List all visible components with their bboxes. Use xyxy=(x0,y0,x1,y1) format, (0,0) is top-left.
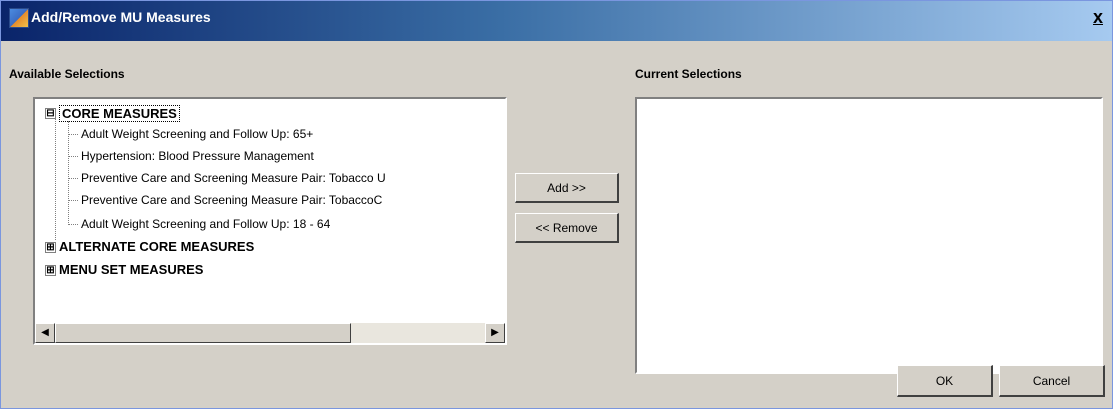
tree-connector xyxy=(68,156,78,157)
ok-button[interactable]: OK xyxy=(897,365,993,397)
scroll-left-icon[interactable]: ◀ xyxy=(35,323,55,343)
title-bar[interactable]: Add/Remove MU Measures x xyxy=(1,1,1112,41)
tree-connector xyxy=(68,121,69,225)
current-selections-list[interactable] xyxy=(635,97,1103,374)
tree-node-menu-set-measures[interactable]: MENU SET MEASURES xyxy=(59,262,203,277)
tree-view: ⊟ CORE MEASURES Adult Weight Screening a… xyxy=(39,103,501,319)
scrollbar-thumb[interactable] xyxy=(55,323,351,343)
tree-connector xyxy=(68,200,78,201)
expand-icon[interactable]: ⊞ xyxy=(45,242,56,253)
current-selections-label: Current Selections xyxy=(635,67,742,81)
dialog-window: Add/Remove MU Measures x Available Selec… xyxy=(0,0,1113,409)
expand-icon[interactable]: ⊞ xyxy=(45,265,56,276)
horizontal-scrollbar[interactable]: ◀ ▶ xyxy=(35,323,505,343)
tree-connector xyxy=(68,178,78,179)
tree-connector xyxy=(55,114,56,240)
app-icon xyxy=(9,8,29,28)
tree-leaf-item[interactable]: Preventive Care and Screening Measure Pa… xyxy=(81,193,382,207)
collapse-icon[interactable]: ⊟ xyxy=(45,108,56,119)
window-title: Add/Remove MU Measures xyxy=(31,9,211,25)
cancel-button[interactable]: Cancel xyxy=(999,365,1105,397)
cancel-button-label: Cancel xyxy=(1032,373,1071,388)
available-selections-tree[interactable]: ⊟ CORE MEASURES Adult Weight Screening a… xyxy=(33,97,507,345)
close-icon[interactable]: x xyxy=(1088,7,1108,27)
tree-leaf-item[interactable]: Preventive Care and Screening Measure Pa… xyxy=(81,171,386,185)
add-button[interactable]: Add >> xyxy=(515,173,619,203)
tree-node-alternate-core-measures[interactable]: ALTERNATE CORE MEASURES xyxy=(59,239,254,254)
scroll-right-icon[interactable]: ▶ xyxy=(485,323,505,343)
add-button-label: Add >> xyxy=(547,180,586,195)
tree-node-core-measures[interactable]: CORE MEASURES xyxy=(59,105,180,122)
ok-button-label: OK xyxy=(935,373,954,388)
tree-leaf-item[interactable]: Adult Weight Screening and Follow Up: 18… xyxy=(81,217,330,231)
tree-leaf-item[interactable]: Hypertension: Blood Pressure Management xyxy=(81,149,314,163)
tree-connector xyxy=(68,134,78,135)
remove-button[interactable]: << Remove xyxy=(515,213,619,243)
remove-button-label: << Remove xyxy=(535,220,598,235)
available-selections-label: Available Selections xyxy=(9,67,125,81)
tree-connector xyxy=(68,224,78,225)
tree-leaf-item[interactable]: Adult Weight Screening and Follow Up: 65… xyxy=(81,127,313,141)
